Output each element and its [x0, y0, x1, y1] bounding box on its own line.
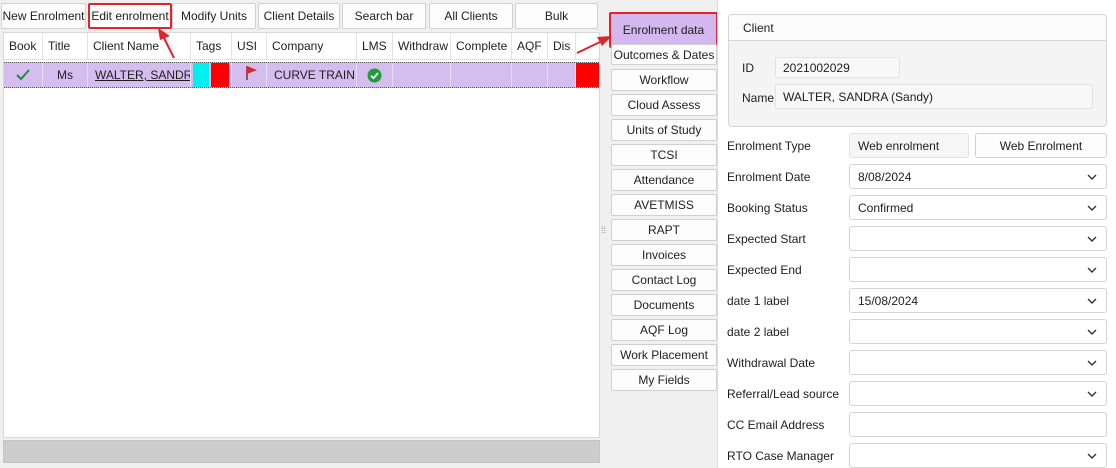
- annotation-arrows: [158, 28, 612, 59]
- arrow-to-enrolment-data: [576, 36, 612, 54]
- arrow-to-edit-enrolment: [158, 28, 175, 59]
